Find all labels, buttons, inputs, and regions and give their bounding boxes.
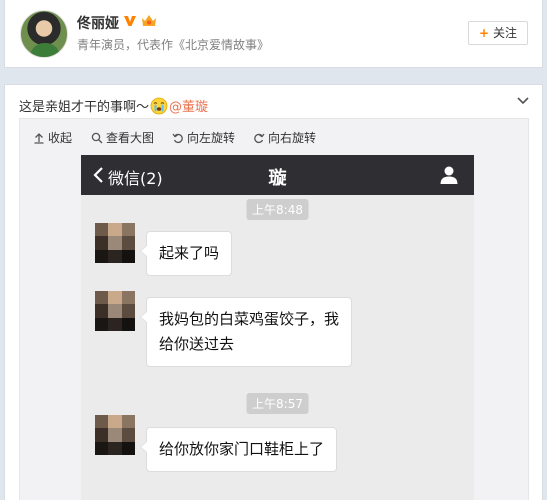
view-large-button[interactable]: 查看大图: [91, 129, 154, 146]
contact-person-icon: [440, 166, 458, 184]
rotate-left-button[interactable]: 向左旋转: [172, 129, 235, 146]
crying-face-icon: [150, 97, 168, 115]
message-bubble: 我妈包的白菜鸡蛋饺子，我 给你送过去: [139, 297, 353, 367]
collapse-button[interactable]: 收起: [33, 129, 72, 146]
view-large-label: 查看大图: [106, 131, 155, 145]
timestamp: 上午8:57: [246, 393, 309, 414]
chat-title: 璇: [268, 168, 287, 189]
collapse-label: 收起: [48, 131, 73, 145]
mention-link[interactable]: @董璇: [169, 100, 208, 115]
message-bubble: 给你放你家门口鞋柜上了: [139, 427, 338, 472]
contact-avatar-pixelated: [95, 415, 135, 455]
post-text: 这是亲姐才干的事啊～ @董璇: [19, 96, 208, 115]
username[interactable]: 佟丽娅: [77, 13, 119, 33]
rotate-right-icon: [254, 133, 265, 143]
timestamp: 上午8:48: [246, 199, 309, 220]
media-toolbar: 收起 查看大图 向左旋转 向右旋转: [20, 119, 528, 153]
avatar[interactable]: [20, 10, 68, 58]
wechat-header: 微信(2) 璇: [81, 155, 474, 195]
contact-avatar-pixelated: [95, 223, 135, 263]
post-card: 这是亲姐才干的事啊～ @董璇 收起 查看大图 向左旋转 向右旋转 微信(2) 璇…: [4, 84, 543, 500]
message-line: 给你送过去: [159, 335, 235, 353]
follow-button[interactable]: + 关注: [468, 21, 528, 45]
follow-label: 关注: [493, 26, 518, 40]
message-line: 我妈包的白菜鸡蛋饺子，我: [159, 310, 340, 328]
collapse-arrow-icon: [34, 132, 44, 144]
media-panel: 收起 查看大图 向左旋转 向右旋转 微信(2) 璇 上午8:48 起来了吗 我妈…: [19, 118, 529, 500]
member-crown-icon[interactable]: [141, 14, 157, 28]
user-bio: 青年演员，代表作《北京爱情故事》: [77, 38, 270, 52]
plus-icon: +: [478, 26, 490, 40]
rotate-right-label: 向右旋转: [268, 131, 317, 145]
message-bubble: 起来了吗: [139, 231, 233, 276]
rotate-left-label: 向左旋转: [187, 131, 236, 145]
profile-card: 佟丽娅 青年演员，代表作《北京爱情故事》 + 关注: [4, 0, 543, 68]
contact-avatar-pixelated: [95, 291, 135, 331]
verified-v-icon[interactable]: [123, 14, 137, 28]
rotate-right-button[interactable]: 向右旋转: [253, 129, 316, 146]
post-body: 这是亲姐才干的事啊～: [19, 100, 150, 115]
chevron-down-icon[interactable]: [516, 93, 530, 107]
search-icon: [91, 132, 103, 143]
rotate-left-icon: [172, 133, 183, 143]
wechat-screenshot[interactable]: 微信(2) 璇 上午8:48 起来了吗 我妈包的白菜鸡蛋饺子，我 给你送过去 上…: [81, 155, 474, 500]
